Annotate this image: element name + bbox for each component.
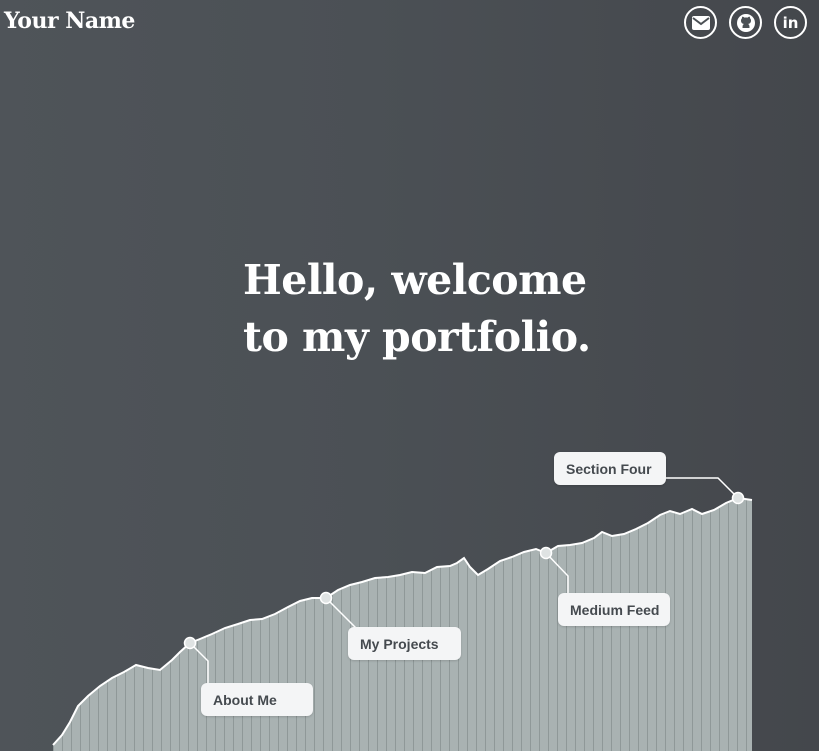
section-four-button[interactable]: Section Four [554,452,666,485]
medium-feed-button[interactable]: Medium Feed [558,593,670,626]
marker-projects[interactable] [319,591,333,605]
marker-four[interactable] [731,491,745,505]
my-projects-button[interactable]: My Projects [348,627,461,660]
about-me-button[interactable]: About Me [201,683,313,716]
marker-about[interactable] [183,636,197,650]
connector-four [665,477,739,499]
marker-medium[interactable] [539,546,553,560]
